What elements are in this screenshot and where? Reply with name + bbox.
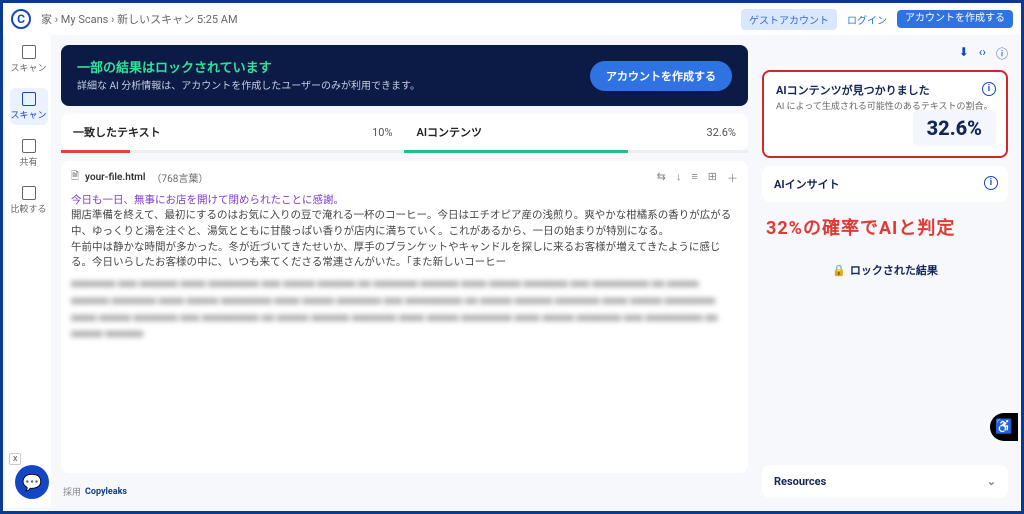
guest-account-button[interactable]: ゲストアカウント [741, 9, 837, 30]
locked-results-label: 🔒ロックされた結果 [762, 248, 1008, 292]
ai-insight-title: AIインサイト [774, 176, 996, 192]
tool-download-icon[interactable]: ↓ [676, 170, 682, 186]
breadcrumb: 家 › My Scans › 新しいスキャン 5:25 AM [41, 11, 238, 27]
help-icon[interactable]: ⓘ [996, 45, 1008, 62]
powered-by: 採用 Copyleaks [61, 481, 748, 498]
doc-line: 午前中は静かな時間が多かった。冬が近づいてきたせいか、厚手のブランケットやキャン… [71, 239, 738, 271]
compare-icon [22, 186, 36, 200]
create-account-button[interactable]: アカウントを作成する [590, 61, 732, 91]
ai-content-found-card: AIコンテンツが見つかりました AI によって生成される可能性のあるテキストの割… [762, 70, 1008, 158]
sidebar-item-scan-1[interactable]: スキャン [10, 41, 48, 78]
breadcrumb-current: 新しいスキャン 5:25 AM [117, 13, 237, 26]
sidebar-item-compare[interactable]: 比較する [10, 182, 48, 219]
accessibility-button[interactable]: ♿ [990, 413, 1018, 441]
login-link[interactable]: ログイン [847, 12, 887, 27]
ai-insight-card[interactable]: AIインサイト i [762, 166, 1008, 202]
word-count: （768言葉） [151, 170, 208, 185]
chat-fab[interactable]: 💬 [15, 465, 49, 499]
tool-list-icon[interactable]: ≡ [691, 170, 697, 186]
banner-title: 一部の結果はロックされています [77, 57, 420, 76]
annotation-text: 32%の確率でAIと判定 [762, 210, 1008, 240]
chevron-down-icon: ⌄ [987, 475, 996, 488]
doc-line: 開店準備を終えて、最初にするのはお気に入りの豆で淹れる一杯のコーヒー。今日はエチ… [71, 207, 738, 239]
tool-add-icon[interactable]: ＋ [727, 170, 738, 186]
ai-found-percent: 32.6% [913, 110, 996, 146]
scan-icon [22, 92, 36, 106]
filename: your-file.html [85, 172, 145, 183]
banner-desc: 詳細な AI 分析情報は、アカウントを作成したユーザーのみが利用できます。 [77, 80, 420, 94]
breadcrumb-root[interactable]: 家 [41, 13, 52, 26]
info-icon[interactable]: i [984, 176, 998, 190]
close-x[interactable]: x [9, 453, 21, 465]
scan-icon [22, 45, 36, 59]
create-account-button-top[interactable]: アカウントを作成する [897, 10, 1013, 28]
info-icon[interactable]: i [982, 82, 996, 96]
tab-ai-content[interactable]: AIコンテンツ 32.6% [405, 114, 749, 150]
share-icon [22, 139, 36, 153]
locked-results-banner: 一部の結果はロックされています 詳細な AI 分析情報は、アカウントを作成したユ… [61, 45, 748, 106]
breadcrumb-scans[interactable]: My Scans [61, 13, 109, 26]
ai-found-title: AIコンテンツが見つかりました [776, 82, 994, 98]
brand-logo[interactable]: C [11, 9, 31, 29]
doc-blurred: ■■■■■■■ ■■■ ■■■■■■ ■■■■ ■■■■■■■■ ■■■ ■■■… [71, 276, 738, 343]
sidebar-item-share[interactable]: 共有 [10, 135, 48, 172]
tool-swap-icon[interactable]: ⇆ [657, 170, 666, 186]
sidebar-item-scan-2[interactable]: スキャン [10, 88, 48, 125]
doc-line: 今日も一日、無事にお店を開けて閉められたことに感謝。 [71, 192, 738, 207]
lock-icon: 🔒 [832, 264, 846, 277]
document-panel: 🗎 your-file.html （768言葉） ⇆ ↓ ≡ ⊞ ＋ 今日も一日… [61, 161, 748, 473]
download-icon[interactable]: ⬇ [959, 45, 969, 62]
resources-toggle[interactable]: Resources ⌄ [762, 465, 1008, 498]
tab-matched-text[interactable]: 一致したテキスト 10% [61, 114, 405, 150]
share-icon[interactable]: ‹› [979, 45, 986, 62]
file-icon: 🗎 [71, 169, 79, 186]
tool-grid-icon[interactable]: ⊞ [708, 170, 717, 186]
